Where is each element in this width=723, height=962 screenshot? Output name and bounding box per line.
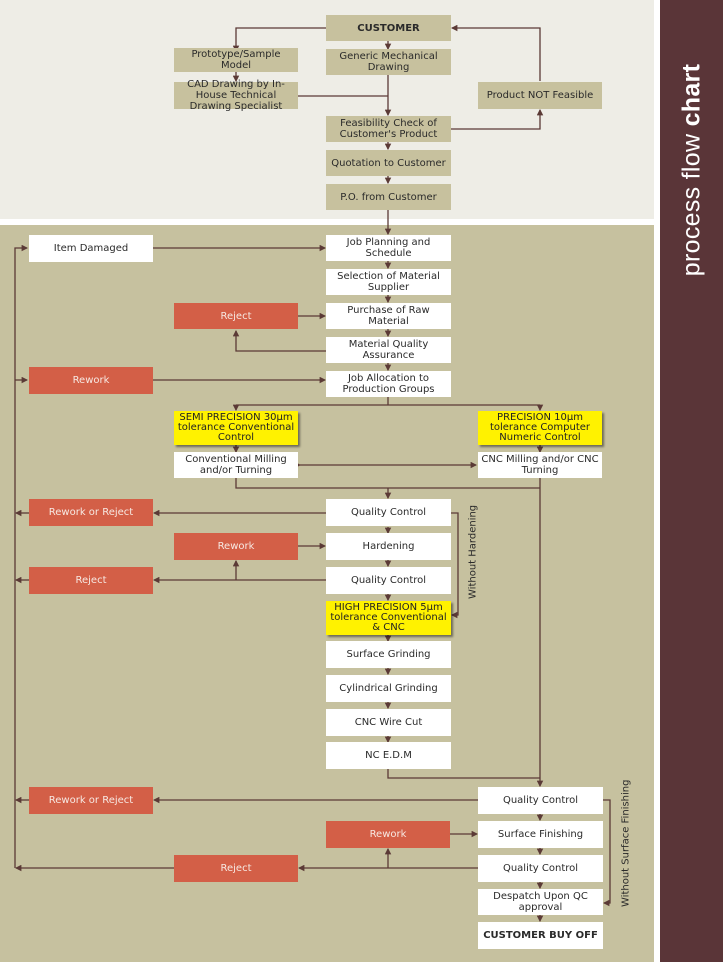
node-quality-control-4: Quality Control [478, 855, 603, 882]
node-purchase-material: Purchase of Raw Material [326, 303, 451, 329]
node-prototype: Prototype/Sample Model [174, 48, 298, 72]
node-cad-drawing: CAD Drawing by In-House Technical Drawin… [174, 79, 298, 112]
node-cnc-milling: CNC Milling and/or CNC Turning [478, 452, 602, 478]
node-nc-edm: NC E.D.M [326, 742, 451, 769]
node-reject-material: Reject [174, 303, 298, 329]
node-surface-finishing: Surface Finishing [478, 821, 603, 848]
node-quality-control-2: Quality Control [326, 567, 451, 594]
link-edm-merge [387, 769, 540, 779]
node-precision: PRECISION 10µm tolerance Computer Numeri… [478, 411, 602, 445]
link-without-finishing [602, 799, 611, 907]
link-without-hardening [450, 512, 459, 619]
node-cylindrical-grinding: Cylindrical Grinding [326, 675, 451, 702]
node-customer: CUSTOMER [326, 15, 451, 41]
node-not-feasible: Product NOT Feasible [478, 82, 602, 109]
link-notfeasible-customer [450, 24, 541, 81]
left-return-line [14, 244, 29, 868]
node-quality-control-3: Quality Control [478, 787, 603, 814]
node-rework-or-reject-2: Rework or Reject [29, 787, 153, 814]
node-reject-qc2: Reject [29, 567, 153, 594]
node-material-qa: Material Quality Assurance [326, 337, 451, 363]
link-qa-reject [232, 329, 326, 352]
link-feasibility-notfeasible [450, 108, 544, 130]
label-without-surface-finishing: Without Surface Finishing [620, 779, 632, 907]
label-without-hardening: Without Hardening [467, 504, 479, 599]
node-job-planning: Job Planning and Schedule [326, 235, 451, 261]
node-customer-buy-off: CUSTOMER BUY OFF [478, 922, 603, 949]
node-item-damaged: Item Damaged [29, 235, 153, 262]
node-reject-qc4: Reject [174, 855, 298, 882]
node-rework-hardening: Rework [174, 533, 298, 560]
node-high-precision: HIGH PRECISION 5µm tolerance Conventiona… [326, 601, 451, 635]
node-cnc-wire-cut: CNC Wire Cut [326, 709, 451, 736]
link-merge [235, 478, 540, 489]
node-job-allocation: Job Allocation to Production Groups [326, 371, 451, 397]
node-feasibility: Feasibility Check of Customer's Product [326, 116, 451, 142]
node-surface-grinding: Surface Grinding [326, 641, 451, 668]
node-rework-or-reject-1: Rework or Reject [29, 499, 153, 526]
node-despatch: Despatch Upon QC approval [478, 889, 603, 915]
node-conventional-milling: Conventional Milling and/or Turning [174, 452, 298, 478]
node-quality-control-1: Quality Control [326, 499, 451, 526]
node-po: P.O. from Customer [326, 184, 451, 210]
node-generic-drawing: Generic Mechanical Drawing [326, 49, 451, 75]
node-rework-finishing: Rework [326, 821, 450, 848]
node-quotation: Quotation to Customer [326, 150, 451, 176]
connectors [14, 24, 611, 923]
node-hardening: Hardening [326, 533, 451, 560]
node-rework-allocation: Rework [29, 367, 153, 394]
node-semi-precision: SEMI PRECISION 30µm tolerance Convention… [174, 411, 298, 445]
node-material-supplier: Selection of Material Supplier [326, 269, 451, 295]
